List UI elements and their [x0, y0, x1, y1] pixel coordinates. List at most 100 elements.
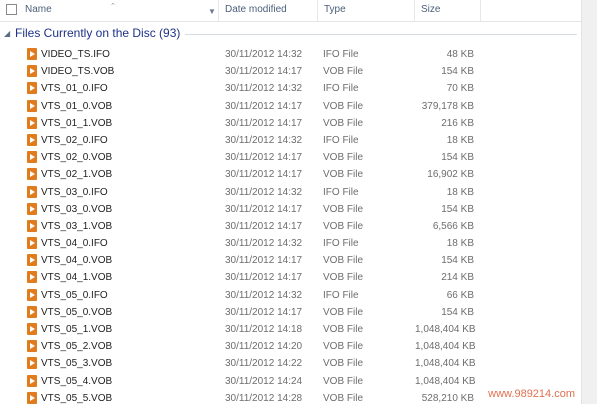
- file-date: 30/11/2012 14:17: [225, 169, 303, 181]
- file-date: 30/11/2012 14:28: [225, 392, 303, 404]
- file-size: 154 KB: [441, 306, 474, 318]
- file-type: IFO File: [323, 83, 359, 95]
- media-file-icon: [27, 254, 37, 267]
- group-title: Files Currently on the Disc (93): [15, 26, 181, 40]
- file-date: 30/11/2012 14:32: [225, 83, 303, 95]
- file-type: VOB File: [323, 152, 364, 164]
- file-date: 30/11/2012 14:17: [225, 152, 303, 164]
- column-header-name[interactable]: ⌃ Name ▼: [0, 0, 219, 21]
- media-file-icon: [27, 65, 37, 78]
- group-header[interactable]: ◢ Files Currently on the Disc (93): [0, 25, 581, 43]
- file-date: 30/11/2012 14:32: [225, 186, 303, 198]
- collapse-arrow-icon[interactable]: ◢: [4, 29, 10, 38]
- file-row[interactable]: VTS_05_0.IFO 30/11/2012 14:32 IFO File 66 K…: [0, 287, 581, 304]
- media-file-icon: [27, 185, 37, 198]
- file-date: 30/11/2012 14:17: [225, 220, 303, 232]
- column-header-type-label: Type: [324, 4, 346, 15]
- file-row[interactable]: VTS_02_1.VOB 30/11/2012 14:17 VOB File 16,9…: [0, 166, 581, 183]
- file-name: VTS_01_1.VOB: [41, 117, 113, 129]
- file-name: VTS_05_3.VOB: [41, 358, 113, 370]
- file-size: 1,048,404 KB: [415, 375, 476, 387]
- vertical-scrollbar[interactable]: [581, 0, 597, 404]
- file-row[interactable]: VTS_05_3.VOB 30/11/2012 14:22 VOB File 1,04…: [0, 355, 581, 372]
- file-type: IFO File: [323, 49, 359, 60]
- file-type: VOB File: [323, 358, 364, 370]
- column-header-size[interactable]: Size: [415, 0, 481, 21]
- file-size: 154 KB: [441, 255, 474, 267]
- file-date: 30/11/2012 14:17: [225, 203, 303, 215]
- file-size: 48 KB: [446, 49, 474, 60]
- file-row[interactable]: VTS_01_1.VOB 30/11/2012 14:17 VOB File 216 …: [0, 115, 581, 132]
- media-file-icon: [27, 116, 37, 129]
- file-size: 70 KB: [446, 83, 474, 95]
- file-row[interactable]: VTS_02_0.VOB 30/11/2012 14:17 VOB File 154 …: [0, 149, 581, 166]
- file-date: 30/11/2012 14:17: [225, 255, 303, 267]
- file-size: 1,048,404 KB: [415, 324, 476, 335]
- file-size: 18 KB: [446, 186, 474, 198]
- media-file-icon: [27, 99, 37, 112]
- file-name: VTS_03_1.VOB: [41, 220, 113, 232]
- media-file-icon: [27, 323, 37, 335]
- file-date: 30/11/2012 14:32: [225, 238, 303, 250]
- column-header-date[interactable]: Date modified: [219, 0, 318, 21]
- media-file-icon: [27, 391, 37, 404]
- file-type: IFO File: [323, 238, 359, 250]
- column-header-bar: ⌃ Name ▼ Date modified Type Size: [0, 0, 581, 22]
- file-row[interactable]: VIDEO_TS.VOB 30/11/2012 14:17 VOB File 154 …: [0, 63, 581, 80]
- file-type: VOB File: [323, 220, 364, 232]
- media-file-icon: [27, 82, 37, 95]
- file-name: VTS_03_0.VOB: [41, 203, 113, 215]
- file-date: 30/11/2012 14:17: [225, 66, 303, 78]
- file-row[interactable]: VTS_02_0.IFO 30/11/2012 14:32 IFO File 18 K…: [0, 132, 581, 149]
- file-row[interactable]: VTS_04_0.VOB 30/11/2012 14:17 VOB File 154 …: [0, 252, 581, 269]
- file-type: VOB File: [323, 306, 364, 318]
- file-type: IFO File: [323, 134, 359, 146]
- file-row[interactable]: VTS_05_1.VOB 30/11/2012 14:18 VOB File 1,04…: [0, 321, 581, 338]
- file-row[interactable]: VTS_01_0.IFO 30/11/2012 14:32 IFO File 70 K…: [0, 80, 581, 97]
- file-row[interactable]: VTS_03_1.VOB 30/11/2012 14:17 VOB File 6,56…: [0, 218, 581, 235]
- file-name: VTS_04_0.VOB: [41, 255, 113, 267]
- media-file-icon: [27, 202, 37, 215]
- file-name: VTS_05_4.VOB: [41, 375, 113, 387]
- file-size: 528,210 KB: [421, 392, 474, 404]
- file-row[interactable]: VTS_01_0.VOB 30/11/2012 14:17 VOB File 379,…: [0, 98, 581, 115]
- file-size: 214 KB: [441, 272, 474, 284]
- file-name: VTS_05_0.VOB: [41, 306, 113, 318]
- file-name: VTS_03_0.IFO: [41, 186, 108, 198]
- file-size: 18 KB: [446, 134, 474, 146]
- group-divider: [185, 34, 577, 35]
- media-file-icon: [27, 219, 37, 232]
- file-date: 30/11/2012 14:32: [225, 289, 303, 301]
- column-header-type[interactable]: Type: [318, 0, 415, 21]
- select-all-checkbox[interactable]: [6, 4, 17, 15]
- file-row[interactable]: VTS_04_0.IFO 30/11/2012 14:32 IFO File 18 K…: [0, 235, 581, 252]
- file-row[interactable]: VTS_04_1.VOB 30/11/2012 14:17 VOB File 214 …: [0, 269, 581, 286]
- file-date: 30/11/2012 14:17: [225, 272, 303, 284]
- media-file-icon: [27, 151, 37, 164]
- file-date: 30/11/2012 14:32: [225, 49, 303, 60]
- file-name: VTS_02_0.VOB: [41, 152, 113, 164]
- file-name: VTS_05_5.VOB: [41, 392, 113, 404]
- file-row[interactable]: VTS_05_2.VOB 30/11/2012 14:20 VOB File 1,04…: [0, 338, 581, 355]
- file-type: VOB File: [323, 272, 364, 284]
- media-file-icon: [27, 357, 37, 370]
- file-type: VOB File: [323, 169, 364, 181]
- file-name: VTS_02_0.IFO: [41, 134, 108, 146]
- chevron-down-icon[interactable]: ▼: [208, 2, 216, 21]
- file-type: VOB File: [323, 392, 364, 404]
- media-file-icon: [27, 374, 37, 387]
- file-row[interactable]: VTS_03_0.IFO 30/11/2012 14:32 IFO File 18 K…: [0, 184, 581, 201]
- file-row[interactable]: VTS_03_0.VOB 30/11/2012 14:17 VOB File 154 …: [0, 201, 581, 218]
- column-header-date-label: Date modified: [225, 4, 287, 15]
- file-row[interactable]: VIDEO_TS.IFO 30/11/2012 14:32 IFO File 48 K…: [0, 46, 581, 63]
- file-name: VTS_05_2.VOB: [41, 341, 113, 353]
- file-type: IFO File: [323, 289, 359, 301]
- file-type: VOB File: [323, 341, 364, 353]
- media-file-icon: [27, 288, 37, 301]
- file-type: VOB File: [323, 66, 364, 78]
- file-row[interactable]: VTS_05_0.VOB 30/11/2012 14:17 VOB File 154 …: [0, 304, 581, 321]
- file-size: 6,566 KB: [432, 220, 474, 232]
- file-size: 1,048,404 KB: [415, 358, 476, 370]
- file-type: IFO File: [323, 186, 359, 198]
- file-type: VOB File: [323, 324, 364, 335]
